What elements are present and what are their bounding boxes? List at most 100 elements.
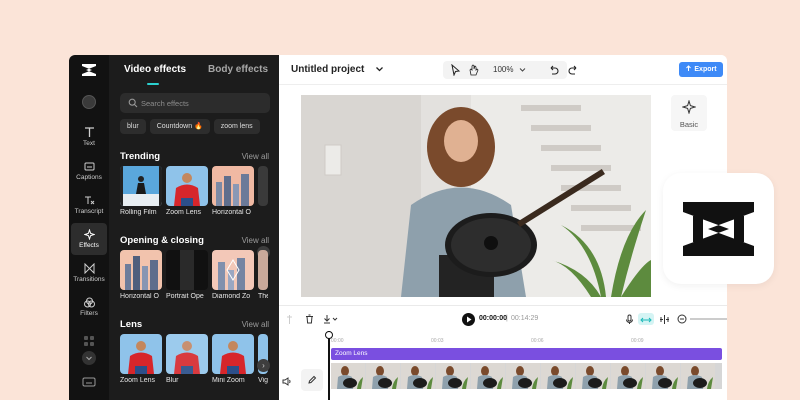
effect-card[interactable] [258, 166, 268, 206]
view-all-link[interactable]: View all [242, 320, 269, 329]
capcut-logo-icon [82, 64, 96, 76]
play-button[interactable] [462, 313, 475, 326]
effect-name: The [258, 293, 268, 300]
redo-icon[interactable] [568, 64, 579, 75]
search-input[interactable] [141, 96, 261, 110]
chevron-down-icon [86, 356, 92, 361]
rail-item-filters[interactable]: Filters [71, 291, 107, 323]
video-preview[interactable] [301, 95, 651, 297]
rail-item-label: Transcript [74, 207, 104, 215]
ruler-tick: 00:03 [431, 338, 444, 344]
effect-name: Vig [258, 377, 268, 384]
play-icon [467, 316, 472, 323]
rail-item-captions[interactable]: Captions [71, 155, 107, 187]
delete-icon[interactable] [305, 314, 314, 324]
effect-thumbnail [166, 250, 208, 290]
rail-item-transitions[interactable]: Transitions [71, 257, 107, 289]
section-title: Opening & closing [120, 235, 204, 246]
effect-name: Portrait Ope [166, 293, 204, 300]
effects-panel: Video effects Body effects blurCountdown… [109, 55, 279, 400]
playhead-handle[interactable] [325, 331, 333, 339]
total-duration: 00:14:29 [511, 315, 539, 322]
effect-card[interactable]: Portrait Ope [166, 250, 208, 300]
effect-card[interactable]: Horizontal O [212, 166, 254, 216]
view-all-link[interactable]: View all [242, 152, 269, 161]
captions-icon [84, 162, 94, 170]
chevron-down-icon[interactable] [519, 67, 526, 73]
timeline-toolbar: 00:00:00 | 00:14:29 [279, 305, 727, 331]
effect-card[interactable]: Mini Zoom [212, 334, 254, 384]
scroll-right-button[interactable]: › [257, 359, 270, 372]
ruler-tick: 00:06 [531, 338, 544, 344]
effect-card[interactable]: Zoom Lens [120, 334, 162, 384]
view-all-link[interactable]: View all [242, 236, 269, 245]
link-icon [640, 317, 652, 323]
split-icon[interactable] [285, 315, 294, 324]
rail-item-label: Transitions [73, 275, 105, 283]
snap-icon[interactable] [659, 314, 670, 325]
effect-card[interactable]: The [258, 250, 268, 300]
zoom-out-icon[interactable] [677, 314, 687, 324]
thumb-row: Rolling Film Zoom Lens Horizontal O [120, 166, 275, 226]
suggestion-chips: blur Countdown 🔥 zoom lens [120, 119, 275, 135]
effect-thumbnail [258, 250, 268, 290]
track-controls [279, 331, 327, 400]
effect-name: Mini Zoom [212, 377, 245, 384]
basic-inspector-button[interactable]: Basic [671, 95, 707, 131]
filmstrip-frames [331, 363, 715, 389]
link-toggle[interactable] [638, 313, 654, 325]
edit-cover-button[interactable] [301, 369, 323, 391]
tab-body-effects[interactable]: Body effects [208, 64, 268, 75]
microphone-icon[interactable] [625, 314, 634, 325]
effects-tabs: Video effects Body effects [109, 55, 279, 87]
chip-countdown[interactable]: Countdown 🔥 [149, 119, 210, 134]
download-icon[interactable] [323, 314, 339, 324]
zoom-slider[interactable] [690, 318, 727, 320]
rail-item-effects[interactable]: Effects [71, 223, 107, 255]
search-box[interactable] [120, 93, 270, 113]
keyboard-icon[interactable] [82, 377, 96, 387]
rail-item-label: Text [83, 139, 95, 147]
capcut-editor-window: Text Captions Transcript Effects Transit… [69, 55, 727, 400]
avatar[interactable] [82, 95, 96, 109]
effect-card[interactable]: Horizontal O [120, 250, 162, 300]
effects-icon [682, 100, 696, 114]
tab-video-effects[interactable]: Video effects [124, 64, 186, 75]
capcut-app-logo [663, 173, 774, 284]
effect-name: Horizontal O [120, 293, 159, 300]
section-lens: Lens View all Zoom Lens Blur Mini Zoom V… [120, 319, 275, 399]
left-rail: Text Captions Transcript Effects Transit… [69, 55, 109, 400]
chevron-down-icon[interactable] [375, 65, 384, 73]
ruler-tick: 00:00 [331, 338, 344, 344]
video-track-clip[interactable] [331, 363, 722, 389]
search-icon [128, 98, 138, 108]
apps-grid-icon[interactable] [82, 335, 96, 347]
zoom-level[interactable]: 100% [493, 65, 513, 74]
playhead[interactable] [328, 331, 330, 400]
export-button[interactable]: Export [679, 62, 723, 77]
effect-card[interactable]: Zoom Lens [166, 166, 208, 216]
effect-thumbnail [212, 166, 254, 206]
undo-icon[interactable] [548, 64, 559, 75]
effect-card[interactable]: Rolling Film [120, 166, 162, 216]
project-title[interactable]: Untitled project [291, 64, 364, 75]
effect-thumbnail [212, 334, 254, 374]
thumb-row: Horizontal O Portrait Ope Diamond Zo The [120, 250, 275, 310]
transitions-icon [84, 262, 94, 274]
effect-thumbnail [258, 166, 268, 206]
rail-item-text[interactable]: Text [71, 121, 107, 153]
chip-blur[interactable]: blur [120, 119, 146, 134]
text-icon [84, 126, 94, 137]
effect-thumbnail [166, 166, 208, 206]
volume-icon[interactable] [282, 377, 292, 386]
pointer-icon[interactable] [450, 64, 461, 76]
effect-card[interactable]: Diamond Zo [212, 250, 254, 300]
chip-zoom-lens[interactable]: zoom lens [213, 119, 260, 134]
rail-item-transcript[interactable]: Transcript [71, 189, 107, 221]
effect-card[interactable]: Blur [166, 334, 208, 384]
effect-track-clip[interactable]: Zoom Lens [331, 348, 722, 360]
rail-item-label: Effects [79, 241, 99, 249]
basic-label: Basic [679, 120, 699, 129]
hand-icon[interactable] [468, 64, 479, 76]
expand-more-button[interactable] [82, 351, 96, 365]
